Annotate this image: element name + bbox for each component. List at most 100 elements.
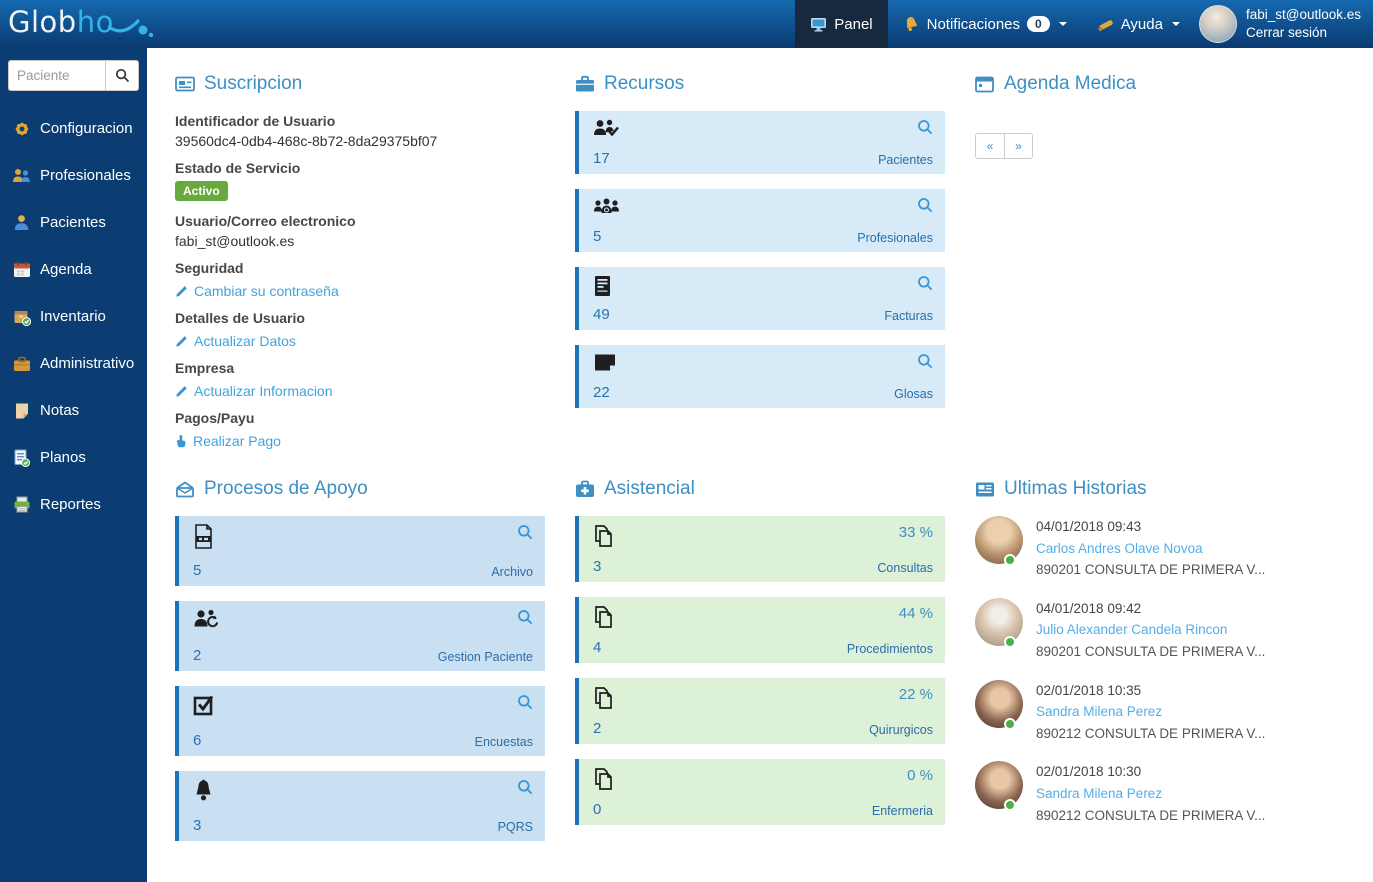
pdf-file-icon: [195, 524, 212, 549]
sidebar-item-notas[interactable]: Notas: [0, 387, 147, 434]
copy-documents-icon: [595, 768, 612, 790]
pencil-icon: [176, 385, 187, 397]
card-label: Archivo: [491, 565, 533, 579]
history-code: 890201 CONSULTA DE PRIMERA V...: [1036, 562, 1266, 578]
care-card-enfermeria[interactable]: 0 0 % Enfermeria: [575, 759, 945, 825]
sidebar-item-pacientes[interactable]: Pacientes: [0, 199, 147, 246]
magnifier-icon[interactable]: [917, 197, 933, 213]
resource-card-profesionales[interactable]: 5 Profesionales: [575, 189, 945, 252]
patient-avatar[interactable]: [975, 679, 1023, 730]
sidebar-item-administrativo[interactable]: Administrativo: [0, 340, 147, 387]
history-patient-link[interactable]: Carlos Andres Olave Novoa: [1036, 538, 1265, 560]
user-id-label: Identificador de Usuario: [175, 113, 336, 129]
glosas-note-icon: [595, 354, 615, 371]
card-label: Procedimientos: [846, 642, 933, 656]
card-percent: 0 %: [907, 767, 933, 784]
nav-notifications[interactable]: Notificaciones 0: [888, 0, 1082, 48]
magnifier-icon[interactable]: [517, 609, 533, 625]
patient-avatar[interactable]: [975, 761, 1023, 812]
magnifier-icon[interactable]: [917, 275, 933, 291]
chevron-down-icon: [1058, 22, 1067, 26]
search-icon: [115, 68, 129, 83]
online-status-dot: [1004, 635, 1016, 648]
newspaper-header-icon: [975, 479, 995, 499]
sidebar-item-label: Reportes: [40, 496, 101, 513]
nav-user-block: fabi_st@outlook.es Cerrar sesión: [1195, 5, 1373, 43]
navbar-right-group: Panel Notificaciones 0 Ayuda fabi_st@out…: [795, 0, 1373, 48]
copy-documents-icon: [595, 525, 612, 547]
card-label: Enfermeria: [871, 804, 933, 818]
history-patient-link[interactable]: Sandra Milena Perez: [1036, 783, 1265, 805]
card-label: Pacientes: [878, 153, 933, 167]
card-value: 4: [593, 639, 602, 656]
briefcase-icon: [12, 354, 31, 373]
sidebar-menu: Configuracion Profesionales Pacientes Ag…: [0, 105, 147, 528]
section-title: Ultimas Historias: [1004, 478, 1147, 499]
support-card-gestion-paciente[interactable]: 2 Gestion Paciente: [175, 601, 545, 671]
card-value: 22: [593, 384, 610, 401]
top-navbar: Glob ho Panel Notificaciones 0 Ayuda fab…: [0, 0, 1373, 48]
resource-card-glosas[interactable]: 22 Glosas: [575, 345, 945, 408]
sidebar-item-reportes[interactable]: Reportes: [0, 481, 147, 528]
magnifier-icon[interactable]: [917, 353, 933, 369]
history-patient-link[interactable]: Sandra Milena Perez: [1036, 701, 1265, 723]
sidebar-item-planos[interactable]: Planos: [0, 434, 147, 481]
resource-card-pacientes[interactable]: 17 Pacientes: [575, 111, 945, 174]
agenda-prev-button[interactable]: «: [975, 133, 1004, 159]
agenda-pager: « »: [975, 133, 1033, 159]
logo-text-glob: Glob: [8, 5, 77, 39]
update-info-link[interactable]: Actualizar Informacion: [175, 381, 545, 401]
calendar-icon: [12, 260, 31, 279]
support-card-pqrs[interactable]: 3 PQRS: [175, 771, 545, 841]
nav-help[interactable]: Ayuda: [1082, 0, 1195, 48]
care-card-quirurgicos[interactable]: 2 22 % Quirurgicos: [575, 678, 945, 744]
magnifier-icon[interactable]: [517, 694, 533, 710]
payments-label: Pagos/Payu: [175, 410, 255, 426]
user-avatar[interactable]: [1198, 5, 1237, 43]
make-payment-link[interactable]: Realizar Pago: [175, 431, 545, 451]
patient-search: [8, 60, 139, 91]
briefcase-header-icon: [575, 74, 595, 94]
search-input[interactable]: [8, 60, 105, 91]
search-button[interactable]: [105, 60, 139, 91]
sidebar-item-label: Notas: [40, 402, 80, 419]
card-value: 6: [193, 732, 202, 749]
sidebar-item-label: Agenda: [40, 261, 92, 278]
section-title: Asistencial: [604, 478, 695, 499]
nav-panel[interactable]: Panel: [795, 0, 888, 48]
sidebar-item-inventario[interactable]: Inventario: [0, 293, 147, 340]
pencil-icon: [176, 335, 187, 347]
sidebar-item-configuracion[interactable]: Configuracion: [0, 105, 147, 152]
patient-avatar[interactable]: [975, 516, 1023, 566]
patient-avatar[interactable]: [975, 597, 1023, 648]
sidebar-item-profesionales[interactable]: Profesionales: [0, 152, 147, 199]
sidebar-item-label: Configuracion: [40, 120, 133, 137]
care-card-consultas[interactable]: 3 33 % Consultas: [575, 516, 945, 582]
history-patient-link[interactable]: Julio Alexander Candela Rincon: [1036, 619, 1265, 641]
company-label: Empresa: [175, 360, 235, 376]
magnifier-icon[interactable]: [517, 779, 533, 795]
section-title: Agenda Medica: [1004, 73, 1137, 94]
logout-link[interactable]: Cerrar sesión: [1246, 24, 1361, 42]
section-suscripcion: Suscripcion Identificador de Usuario 395…: [175, 73, 545, 454]
note-icon: [12, 401, 31, 420]
magnifier-icon[interactable]: [517, 524, 533, 540]
support-card-encuestas[interactable]: 6 Encuestas: [175, 686, 545, 756]
sidebar-item-agenda[interactable]: Agenda: [0, 246, 147, 293]
card-value: 3: [593, 558, 602, 575]
history-item: 02/01/2018 10:35 Sandra Milena Perez 890…: [975, 679, 1345, 745]
magnifier-icon[interactable]: [917, 119, 933, 135]
email-value: fabi_st@outlook.es: [175, 233, 295, 249]
care-card-procedimientos[interactable]: 4 44 % Procedimientos: [575, 597, 945, 663]
change-password-link[interactable]: Cambiar su contraseña: [175, 281, 545, 301]
resource-card-facturas[interactable]: 49 Facturas: [575, 267, 945, 330]
support-card-archivo[interactable]: 5 Archivo: [175, 516, 545, 586]
user-id-value: 39560dc4-0db4-468c-8b72-8da29375bf07: [175, 133, 438, 149]
update-data-link[interactable]: Actualizar Datos: [175, 331, 545, 351]
agenda-next-button[interactable]: »: [1004, 133, 1033, 159]
bell-icon: [906, 16, 917, 31]
professionals-icon: [12, 166, 31, 185]
online-status-dot: [1004, 717, 1016, 730]
patient-icon: [12, 213, 31, 232]
card-percent: 44 %: [898, 605, 933, 622]
